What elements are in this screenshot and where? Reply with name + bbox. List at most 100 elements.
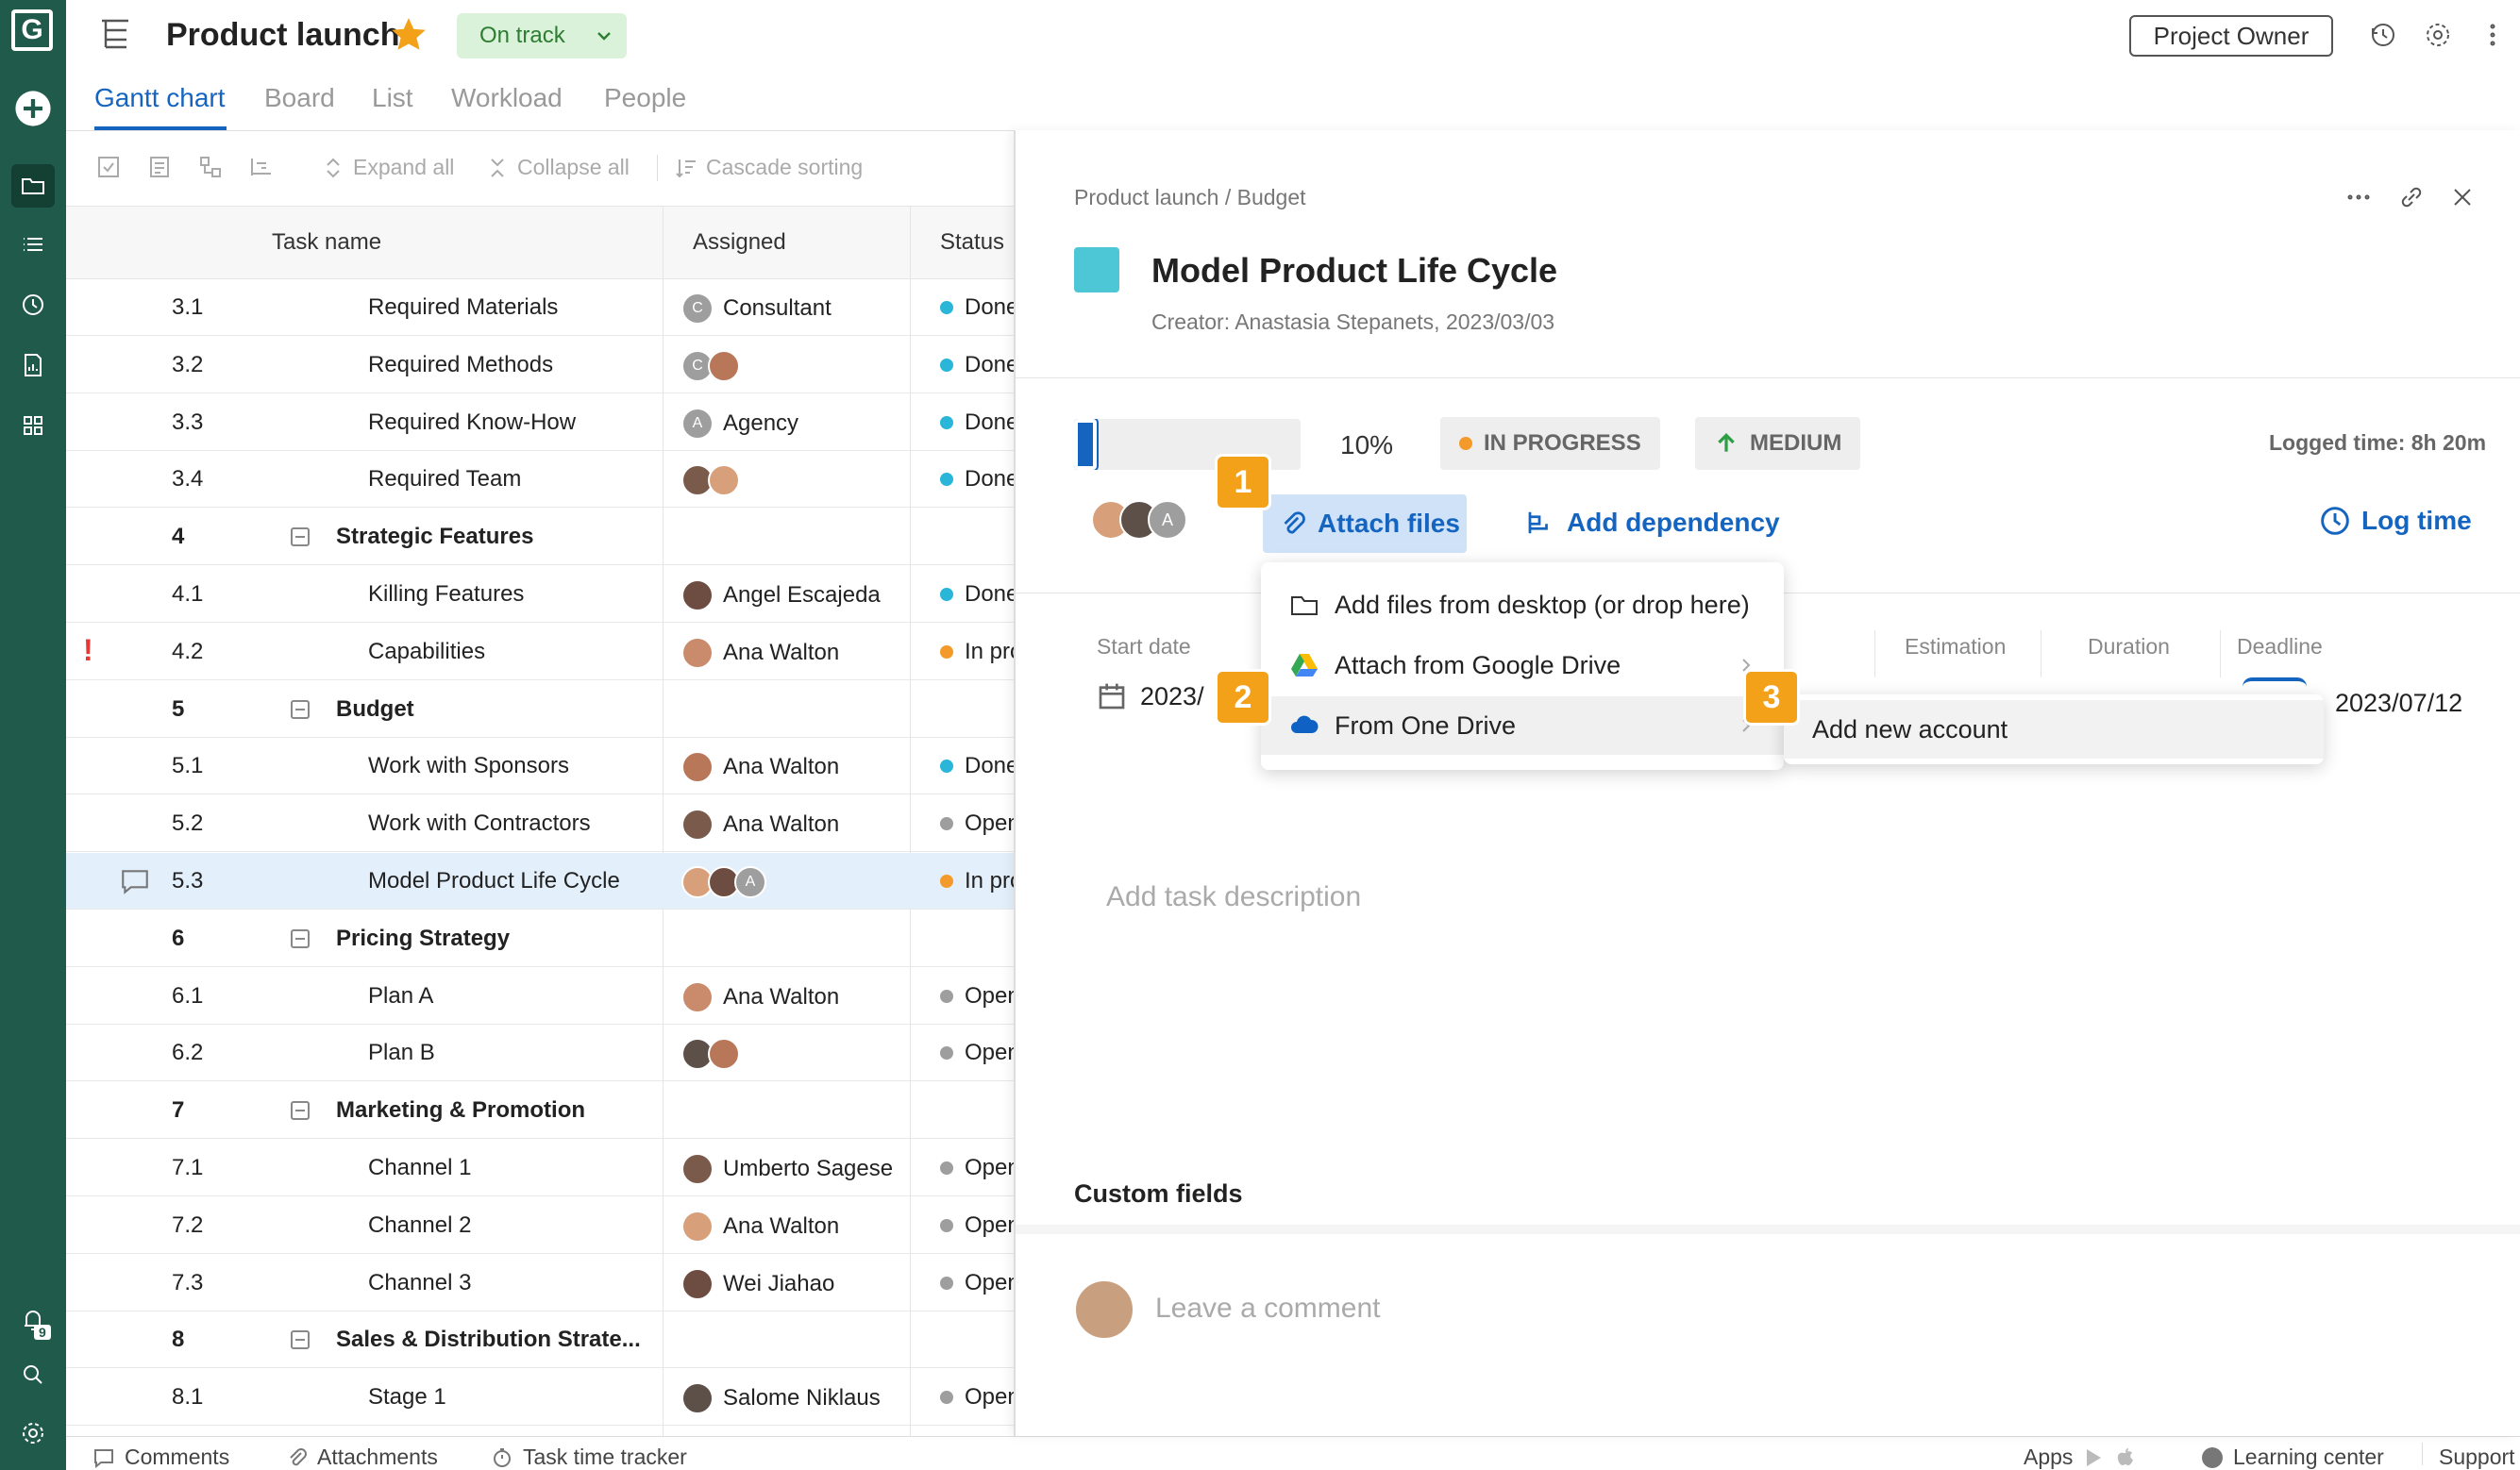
status-cell[interactable]: Open <box>940 1384 1014 1411</box>
tab-list[interactable]: List <box>372 83 413 113</box>
task-name[interactable]: Channel 3 <box>368 1270 471 1296</box>
more-vertical-icon[interactable] <box>2478 21 2507 54</box>
table-row[interactable]: 8.1 Stage 1 Salome Niklaus Open <box>66 1369 1014 1427</box>
expand-all-button[interactable]: Expand all <box>321 155 454 180</box>
list-icon[interactable] <box>11 223 55 266</box>
tab-board[interactable]: Board <box>264 83 335 113</box>
status-cell[interactable]: Open <box>940 1212 1014 1239</box>
project-tree-icon[interactable] <box>96 15 134 58</box>
table-row[interactable]: 3.1 Required Materials C Consultant Done <box>66 279 1014 336</box>
status-cell[interactable]: Done <box>940 352 1014 378</box>
report-icon[interactable] <box>11 343 55 387</box>
close-icon[interactable] <box>2448 183 2477 216</box>
cascade-sorting-button[interactable]: Cascade sorting <box>674 155 863 180</box>
table-row[interactable]: 6.2 Plan B Open <box>66 1025 1014 1082</box>
task-group-row[interactable]: 8 Sales & Distribution Strate... <box>66 1311 1014 1369</box>
table-row[interactable]: 3.2 Required Methods C Done <box>66 337 1014 393</box>
more-horizontal-icon[interactable] <box>2344 183 2373 216</box>
hierarchy-icon[interactable] <box>198 155 223 179</box>
assignee-cell[interactable]: Angel Escajeda <box>681 579 881 611</box>
task-details-icon[interactable] <box>147 155 172 179</box>
indent-icon[interactable] <box>249 155 274 179</box>
tab-workload[interactable]: Workload <box>451 83 563 113</box>
table-row[interactable]: 3.4 Required Team Done <box>66 451 1014 509</box>
task-status-badge[interactable]: IN PROGRESS <box>1440 417 1660 470</box>
status-cell[interactable]: Open <box>940 1040 1014 1066</box>
bell-icon[interactable]: 9 <box>11 1298 55 1342</box>
support-link[interactable]: Support <box>2439 1445 2515 1470</box>
table-row[interactable]: 3.3 Required Know-How A Agency Done <box>66 394 1014 451</box>
task-group-row[interactable]: 7 Marketing & Promotion <box>66 1082 1014 1140</box>
task-name[interactable]: Required Methods <box>368 352 553 378</box>
task-description-input[interactable]: Add task description <box>1106 881 1361 913</box>
task-name[interactable]: Channel 1 <box>368 1155 471 1181</box>
task-name[interactable]: Work with Sponsors <box>368 753 569 779</box>
table-row[interactable]: 5.2 Work with Contractors Ana Walton Open <box>66 795 1014 853</box>
task-name[interactable]: Required Know-How <box>368 409 576 436</box>
assignee-cell[interactable]: Ana Walton <box>681 980 839 1013</box>
logo[interactable]: G <box>9 8 55 53</box>
task-name[interactable]: Required Materials <box>368 294 558 321</box>
assignee-cell[interactable]: C <box>681 349 740 382</box>
assignee-cell[interactable]: A <box>681 866 766 898</box>
column-task-name[interactable]: Task name <box>272 229 381 256</box>
table-row[interactable]: 7.3 Channel 3 Wei Jiahao Open <box>66 1255 1014 1311</box>
assignee-cell[interactable]: Ana Walton <box>681 809 839 842</box>
attachments-tab[interactable]: Attachments <box>285 1445 438 1470</box>
projects-folder-icon[interactable] <box>11 164 55 208</box>
assignee-cell[interactable]: A Agency <box>681 407 798 440</box>
clock-icon[interactable] <box>11 283 55 326</box>
task-color-swatch[interactable] <box>1074 247 1119 292</box>
assignee-cell[interactable]: Ana Walton <box>681 636 839 669</box>
add-icon[interactable] <box>11 87 55 130</box>
task-title[interactable]: Model Product Life Cycle <box>1151 251 1557 291</box>
search-icon[interactable] <box>11 1353 55 1396</box>
assignee-cell[interactable]: Salome Niklaus <box>681 1382 881 1415</box>
tab-people[interactable]: People <box>604 83 686 113</box>
task-group-row[interactable]: 6 Pricing Strategy <box>66 910 1014 967</box>
gear-icon[interactable] <box>2424 21 2452 54</box>
status-cell[interactable]: In progress <box>940 868 1014 894</box>
priority-badge[interactable]: MEDIUM <box>1695 417 1861 470</box>
add-dependency-button[interactable]: Add dependency <box>1525 508 1780 538</box>
assignee-cell[interactable] <box>681 464 740 497</box>
task-name[interactable]: Budget <box>336 696 414 723</box>
project-status-dropdown[interactable]: On track <box>457 13 627 58</box>
task-name[interactable]: Pricing Strategy <box>336 926 510 952</box>
task-group-row[interactable]: 4 Strategic Features <box>66 509 1014 566</box>
tab-gantt-chart[interactable]: Gantt chart <box>94 83 226 113</box>
table-row[interactable]: 4.1 Killing Features Angel Escajeda Done <box>66 566 1014 623</box>
assignee-avatars[interactable]: A <box>1091 500 1187 540</box>
task-name[interactable]: Stage 1 <box>368 1384 446 1411</box>
task-time-tracker-tab[interactable]: Task time tracker <box>491 1445 687 1470</box>
apps-grid-icon[interactable] <box>11 404 55 447</box>
status-cell[interactable]: Open <box>940 983 1014 1010</box>
task-name[interactable]: Required Team <box>368 466 521 493</box>
menu-item-google-drive[interactable]: Attach from Google Drive <box>1261 636 1784 694</box>
start-date-field[interactable]: 2023/ <box>1097 681 1204 711</box>
table-row[interactable]: 4.2 Capabilities! Ana Walton In progress <box>66 624 1014 680</box>
table-row[interactable]: 5.3 Model Product Life Cycle A In progress <box>66 853 1014 910</box>
collapse-minus-icon[interactable] <box>291 1101 310 1121</box>
table-row[interactable]: 7.1 Channel 1 Umberto Sagese Open <box>66 1140 1014 1196</box>
status-cell[interactable]: Done <box>940 294 1014 321</box>
assignee-cell[interactable] <box>681 1038 740 1071</box>
status-cell[interactable]: Open <box>940 1270 1014 1296</box>
assignee-cell[interactable]: Ana Walton <box>681 751 839 784</box>
assignee-cell[interactable]: Wei Jiahao <box>681 1267 834 1300</box>
comments-tab[interactable]: Comments <box>92 1445 229 1470</box>
comment-icon[interactable] <box>119 866 151 903</box>
apps-link[interactable]: Apps <box>2024 1445 2137 1470</box>
collapse-minus-icon[interactable] <box>291 1330 310 1350</box>
select-checkbox-icon[interactable] <box>96 155 121 179</box>
status-cell[interactable]: Done <box>940 753 1014 779</box>
assignee-cell[interactable]: Ana Walton <box>681 1210 839 1243</box>
collapse-minus-icon[interactable] <box>291 527 310 547</box>
task-name[interactable]: Model Product Life Cycle <box>368 868 620 894</box>
menu-item-add-new-account[interactable]: Add new account <box>1784 700 2324 759</box>
menu-item-one-drive[interactable]: From One Drive <box>1261 696 1784 755</box>
task-name[interactable]: Sales & Distribution Strate... <box>336 1327 641 1353</box>
status-cell[interactable]: In progress <box>940 639 1014 665</box>
project-owner-button[interactable]: Project Owner <box>2129 15 2333 57</box>
favorite-star-icon[interactable] <box>389 15 428 59</box>
